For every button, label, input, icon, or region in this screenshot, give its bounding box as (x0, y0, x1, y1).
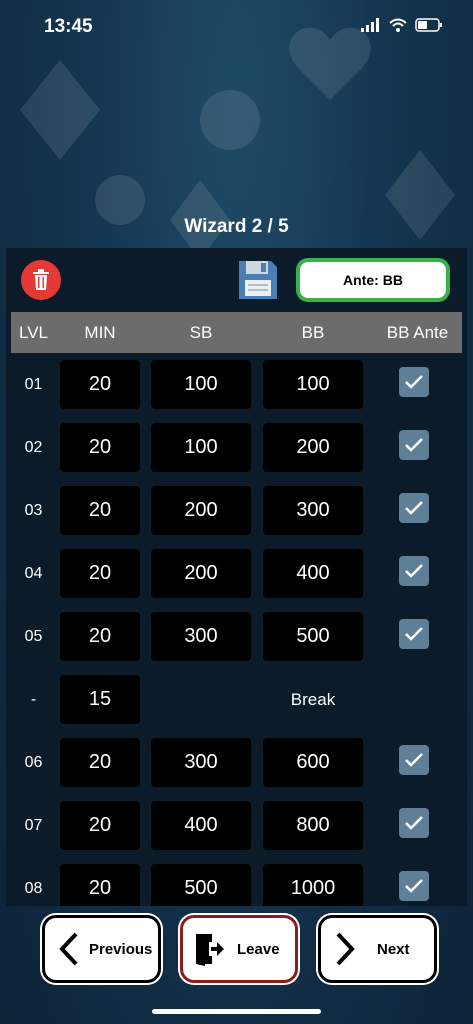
minutes-field[interactable]: 20 (60, 549, 140, 598)
table-row: 07 20 400 800 (6, 794, 467, 857)
table-row: 06 20 300 600 (6, 731, 467, 794)
small-blind-field[interactable]: 300 (151, 612, 251, 661)
wifi-icon (389, 18, 407, 32)
signal-icon (361, 18, 379, 32)
break-label: Break (290, 690, 336, 709)
minutes-field[interactable]: 20 (60, 864, 140, 906)
check-icon (405, 564, 423, 578)
previous-button[interactable]: Previous (42, 915, 161, 983)
big-blind-field[interactable]: 1000 (263, 864, 363, 906)
trash-icon (33, 269, 49, 290)
leave-button[interactable]: Leave (180, 915, 298, 983)
big-blind-field[interactable]: 300 (263, 486, 363, 535)
table-row-break: - 15 Break (6, 668, 467, 731)
minutes-field[interactable]: 20 (60, 486, 140, 535)
bb-ante-checkbox[interactable] (399, 493, 429, 523)
small-blind-field[interactable]: 100 (151, 423, 251, 472)
big-blind-field[interactable]: 400 (263, 549, 363, 598)
table-header: LVL MIN SB BB BB Ante (11, 312, 462, 353)
header-sb: SB (189, 323, 213, 342)
big-blind-field[interactable]: 500 (263, 612, 363, 661)
next-button[interactable]: Next (318, 915, 437, 983)
chevron-left-icon (59, 932, 78, 966)
check-icon (405, 501, 423, 515)
header-bb: BB (301, 323, 325, 342)
check-icon (405, 879, 423, 893)
small-blind-field[interactable]: 500 (151, 864, 251, 906)
header-bb-ante: BB Ante (386, 323, 449, 342)
table-row: 05 20 300 500 (6, 605, 467, 668)
level-number: 07 (24, 817, 43, 834)
battery-icon (415, 18, 442, 32)
blind-structure-panel: Ante: BB LVL MIN SB BB BB Ante 01 20 100… (6, 248, 467, 906)
page-title: Wizard 2 / 5 (184, 216, 289, 237)
check-icon (405, 753, 423, 767)
chevron-right-icon (336, 932, 355, 966)
next-label: Next (377, 940, 410, 958)
minutes-field[interactable]: 20 (60, 801, 140, 850)
small-blind-field[interactable]: 200 (151, 486, 251, 535)
toolbar: Ante: BB (6, 248, 467, 312)
table-row: 04 20 200 400 (6, 542, 467, 605)
status-icons (361, 18, 443, 32)
ante-mode-button[interactable]: Ante: BB (296, 258, 450, 302)
bb-ante-checkbox[interactable] (399, 871, 429, 901)
status-bar: 13:45 (0, 0, 473, 52)
level-number: 04 (24, 565, 43, 582)
minutes-field[interactable]: 20 (60, 360, 140, 409)
table-row: 08 20 500 1000 (6, 857, 467, 906)
level-number: 08 (24, 880, 43, 897)
delete-button[interactable] (21, 260, 61, 300)
header-lvl: LVL (19, 323, 48, 342)
exit-door-icon (196, 934, 224, 966)
level-number: - (30, 691, 37, 708)
level-number: 05 (24, 628, 43, 645)
small-blind-field[interactable]: 300 (151, 738, 251, 787)
level-number: 01 (24, 376, 43, 393)
minutes-field[interactable]: 20 (60, 423, 140, 472)
bb-ante-checkbox[interactable] (399, 745, 429, 775)
bb-ante-checkbox[interactable] (399, 430, 429, 460)
big-blind-field[interactable]: 600 (263, 738, 363, 787)
big-blind-field[interactable]: 200 (263, 423, 363, 472)
levels-list[interactable]: 01 20 100 100 02 20 100 200 03 20 200 30… (6, 353, 467, 906)
check-icon (405, 375, 423, 389)
level-number: 02 (24, 439, 43, 456)
leave-label: Leave (237, 940, 280, 958)
bb-ante-checkbox[interactable] (399, 808, 429, 838)
table-row: 02 20 100 200 (6, 416, 467, 479)
check-icon (405, 627, 423, 641)
previous-label: Previous (89, 940, 153, 958)
bb-ante-checkbox[interactable] (399, 619, 429, 649)
table-row: 03 20 200 300 (6, 479, 467, 542)
save-button[interactable] (236, 258, 280, 302)
small-blind-field[interactable]: 100 (151, 360, 251, 409)
header-min: MIN (84, 323, 116, 342)
level-number: 06 (24, 754, 43, 771)
check-icon (405, 816, 423, 830)
big-blind-field[interactable]: 800 (263, 801, 363, 850)
check-icon (405, 438, 423, 452)
small-blind-field[interactable]: 200 (151, 549, 251, 598)
minutes-field[interactable]: 15 (60, 675, 140, 724)
small-blind-field[interactable]: 400 (151, 801, 251, 850)
bb-ante-checkbox[interactable] (399, 556, 429, 586)
minutes-field[interactable]: 20 (60, 738, 140, 787)
bb-ante-checkbox[interactable] (399, 367, 429, 397)
table-row: 01 20 100 100 (6, 353, 467, 416)
big-blind-field[interactable]: 100 (263, 360, 363, 409)
home-indicator[interactable] (152, 1009, 321, 1014)
status-time: 13:45 (44, 16, 93, 37)
minutes-field[interactable]: 20 (60, 612, 140, 661)
level-number: 03 (24, 502, 43, 519)
save-icon (239, 261, 277, 299)
